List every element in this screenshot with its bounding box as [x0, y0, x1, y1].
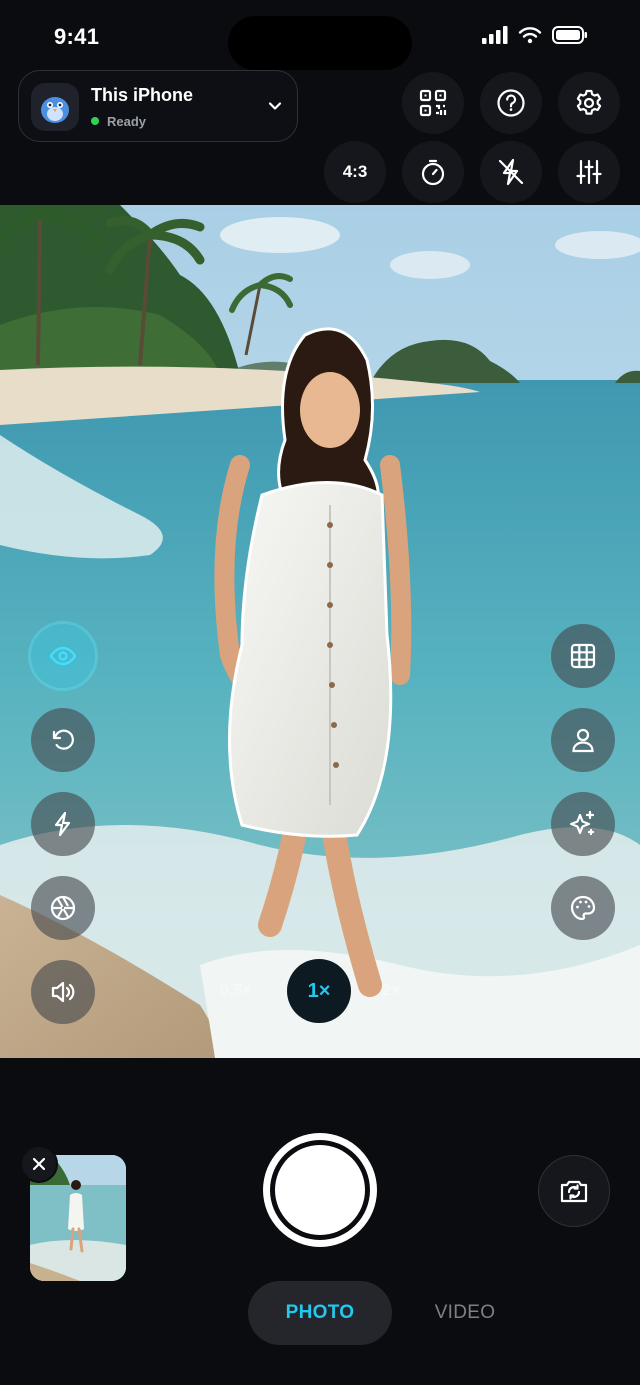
- timer-icon: [421, 159, 445, 186]
- adjustments-icon: [576, 159, 602, 185]
- grid-icon: [570, 643, 596, 669]
- qr-code-button[interactable]: [402, 72, 464, 134]
- battery-icon: [552, 26, 587, 44]
- aperture-button[interactable]: [31, 876, 95, 940]
- mode-photo[interactable]: PHOTO: [248, 1281, 392, 1345]
- beach-scene: [0, 205, 640, 1058]
- device-name: This iPhone: [91, 85, 194, 105]
- switch-camera-icon: [560, 1180, 588, 1203]
- device-status: Ready: [107, 114, 147, 129]
- camera-viewfinder[interactable]: [0, 205, 640, 1058]
- sound-button[interactable]: [31, 960, 95, 1024]
- flash-off-icon: [498, 158, 524, 186]
- device-selector[interactable]: This iPhone Ready: [18, 70, 298, 142]
- settings-icon: [576, 89, 602, 115]
- signal-icon: [482, 26, 508, 44]
- device-avatar: [31, 83, 79, 131]
- flash-icon: [54, 811, 71, 837]
- volume-icon: [51, 981, 75, 1003]
- palette-icon: [570, 895, 596, 921]
- mode-video[interactable]: VIDEO: [420, 1281, 510, 1345]
- zoom-option-1[interactable]: 1×: [287, 959, 351, 1023]
- person-icon: [572, 728, 594, 753]
- flash-button[interactable]: [31, 792, 95, 856]
- filters-button[interactable]: [551, 876, 615, 940]
- flash-off-button[interactable]: [480, 141, 542, 203]
- dynamic-island: [228, 16, 412, 70]
- rotate-icon: [52, 729, 74, 750]
- settings-button[interactable]: [558, 72, 620, 134]
- help-button[interactable]: [480, 72, 542, 134]
- chevron-down-icon: [268, 102, 282, 110]
- status-icons: [482, 26, 588, 44]
- aperture-icon: [50, 895, 76, 921]
- wifi-icon: [518, 27, 542, 44]
- sparkles-icon: [569, 810, 595, 836]
- switch-camera-button[interactable]: [538, 1155, 610, 1227]
- aspect-ratio-button[interactable]: 4:3: [324, 141, 386, 203]
- status-time: 9:41: [54, 24, 100, 49]
- aspect-ratio-label: 4:3: [342, 162, 368, 181]
- visibility-toggle-button[interactable]: [31, 624, 95, 688]
- enhance-button[interactable]: [551, 792, 615, 856]
- adjustments-button[interactable]: [558, 141, 620, 203]
- close-icon: [32, 1157, 46, 1171]
- portrait-button[interactable]: [551, 708, 615, 772]
- rotate-button[interactable]: [31, 708, 95, 772]
- grid-button[interactable]: [551, 624, 615, 688]
- help-icon: [497, 89, 525, 117]
- shutter-inner[interactable]: [275, 1145, 365, 1235]
- zoom-option-2[interactable]: 2×: [382, 982, 400, 1000]
- ready-indicator: [91, 117, 99, 125]
- timer-button[interactable]: [402, 141, 464, 203]
- eye-icon: [49, 646, 77, 666]
- thumbnail-close-button[interactable]: [20, 1145, 58, 1183]
- qr-code-icon: [419, 89, 447, 117]
- zoom-option-0.5[interactable]: 0.5×: [220, 982, 252, 1000]
- zoom-selected-label: 1×: [307, 979, 331, 1002]
